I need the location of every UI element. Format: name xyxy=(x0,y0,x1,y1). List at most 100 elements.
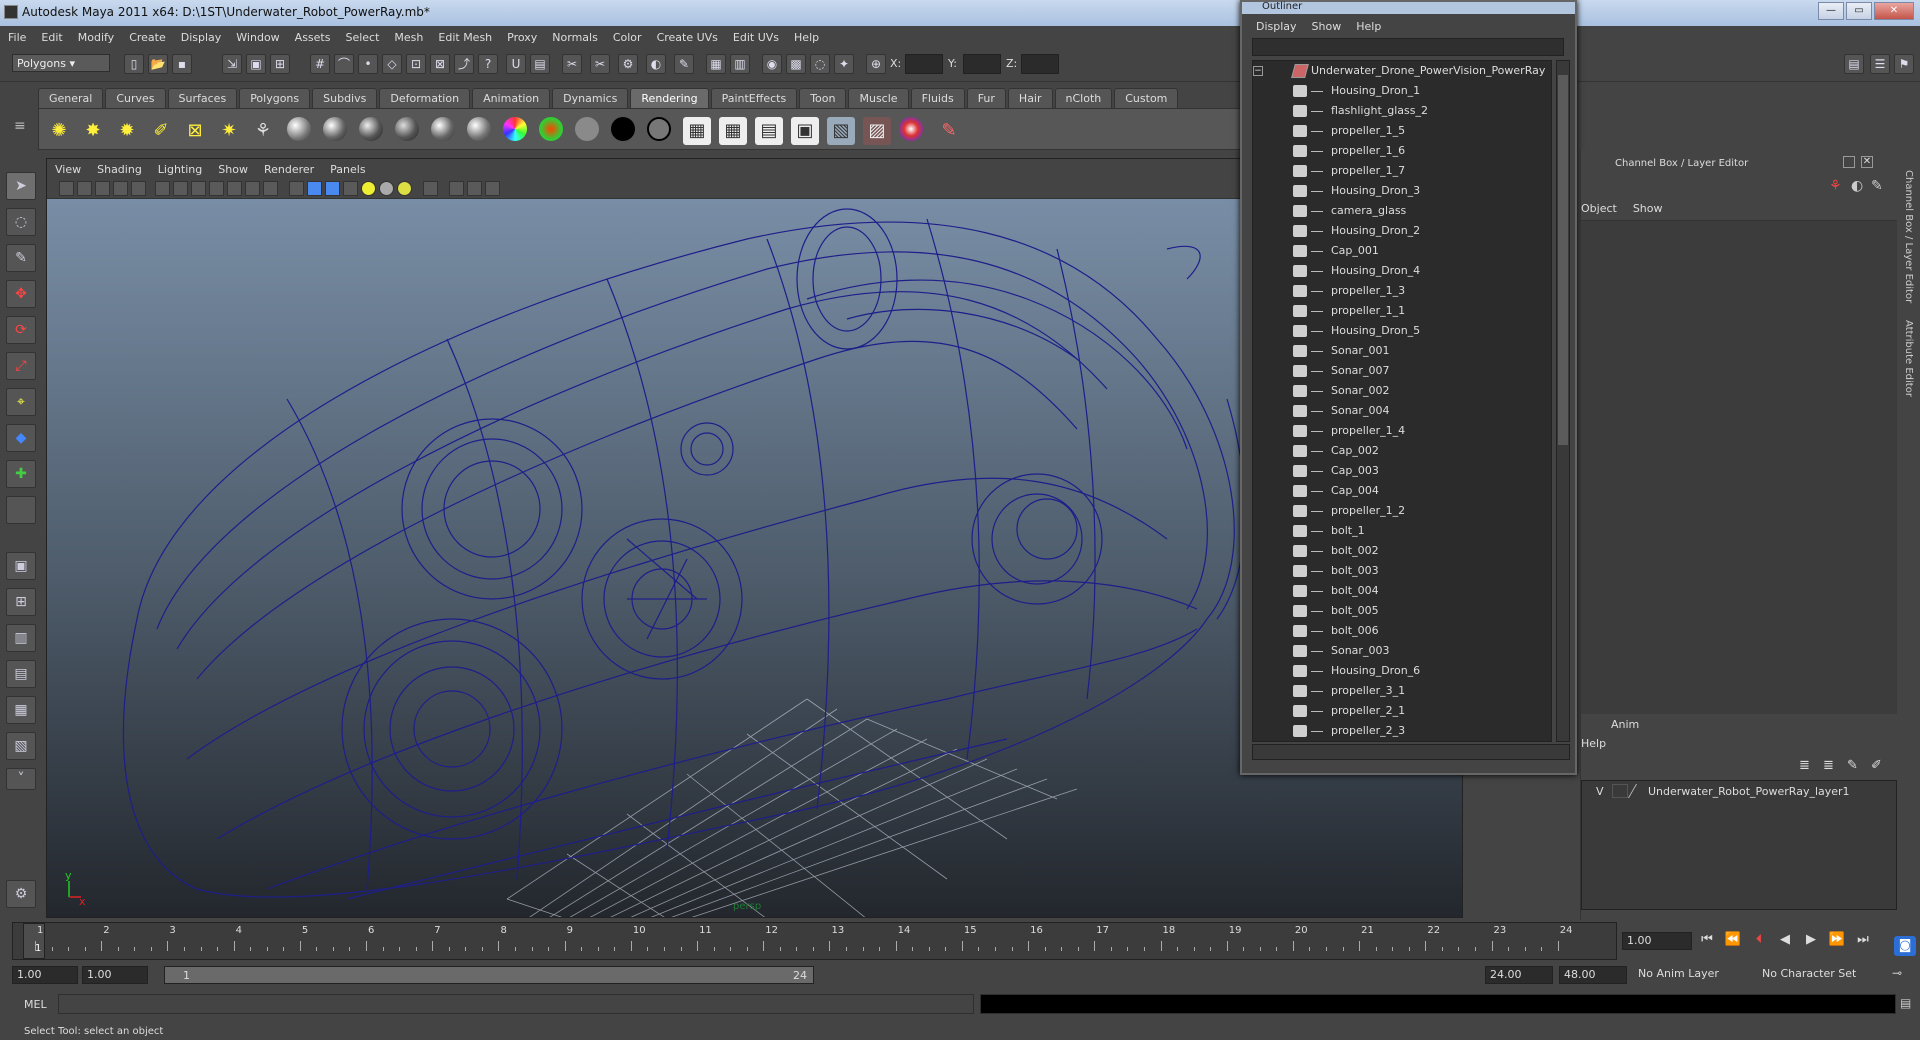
outliner-menu-help[interactable]: Help xyxy=(1356,20,1381,33)
move-tool-icon[interactable]: ✥ xyxy=(6,280,36,308)
camera-icon[interactable]: ◉ xyxy=(762,54,782,74)
shading-map-icon[interactable] xyxy=(647,117,671,141)
menu-modify[interactable]: Modify xyxy=(78,31,114,44)
safe-title-icon[interactable] xyxy=(263,181,278,196)
outliner-item[interactable]: bolt_005 xyxy=(1253,601,1551,621)
blinn-material-icon[interactable] xyxy=(323,117,347,141)
render-view-icon[interactable]: ✎ xyxy=(674,54,694,74)
rotate-tool-icon[interactable]: ⟳ xyxy=(6,316,36,344)
shelf-tab-curves[interactable]: Curves xyxy=(105,88,166,108)
mel-label[interactable]: MEL xyxy=(24,998,47,1011)
channel-box-side-tab[interactable]: Channel Box / Layer Editor xyxy=(1903,170,1914,303)
ipr-icon[interactable]: ▦ xyxy=(706,54,726,74)
use-background-icon[interactable] xyxy=(611,117,635,141)
anim-tab[interactable]: Anim xyxy=(1611,718,1639,731)
paint-select-tool-icon[interactable]: ✎ xyxy=(6,244,36,272)
play-forwards-button[interactable]: ▶ xyxy=(1800,930,1822,950)
viewport-menu-shading[interactable]: Shading xyxy=(97,163,142,176)
shelf-tab-toon[interactable]: Toon xyxy=(799,88,847,108)
outliner-item[interactable]: propeller_1_4 xyxy=(1253,421,1551,441)
textured-icon[interactable] xyxy=(343,181,358,196)
outliner-item[interactable]: flashlight_glass_2 xyxy=(1253,101,1551,121)
phong-material-icon[interactable] xyxy=(359,117,383,141)
menu-normals[interactable]: Normals xyxy=(552,31,598,44)
area-light-icon[interactable]: ⊠ xyxy=(181,117,209,145)
save-scene-icon[interactable]: ▪ xyxy=(172,54,192,74)
select-object-icon[interactable]: ▣ xyxy=(246,54,266,74)
shelf-tab-muscle[interactable]: Muscle xyxy=(848,88,909,108)
outliner-item[interactable]: bolt_003 xyxy=(1253,561,1551,581)
menu-create[interactable]: Create xyxy=(129,31,166,44)
camera-attributes-icon[interactable] xyxy=(77,181,92,196)
outliner-item[interactable]: Housing_Dron_6 xyxy=(1253,661,1551,681)
layered-shader-icon[interactable] xyxy=(467,117,491,141)
menu-mesh[interactable]: Mesh xyxy=(394,31,423,44)
gate-mask-icon[interactable] xyxy=(209,181,224,196)
universal-manipulator-icon[interactable]: ⌖ xyxy=(6,388,36,416)
time-slider[interactable]: 1 1 2 3 4 5 6 7 8 9 10 11 12 13 14 15 16 17 18 19 20 21 22 23 2… xyxy=(12,922,1617,960)
scale-tool-icon[interactable]: ⤢ xyxy=(6,352,36,380)
script-editor-icon[interactable]: ▤ xyxy=(1900,996,1914,1010)
volume-light-icon[interactable]: ✷ xyxy=(215,117,243,145)
display-icon[interactable]: ▩ xyxy=(786,54,806,74)
snap-plane-icon[interactable]: ◇ xyxy=(382,54,402,74)
field-chart-icon[interactable] xyxy=(227,181,242,196)
layer-playback-toggle[interactable] xyxy=(1612,784,1628,798)
current-time-field[interactable]: 1.00 xyxy=(1622,932,1692,950)
absolute-transform-icon[interactable]: ⊕ xyxy=(866,54,886,74)
tool-tip-icon[interactable]: ◙ xyxy=(1894,936,1916,956)
layer-row[interactable]: V Underwater_Robot_PowerRay_layer1 xyxy=(1582,781,1894,803)
menu-create-uvs[interactable]: Create UVs xyxy=(657,31,718,44)
safe-action-icon[interactable] xyxy=(245,181,260,196)
snap-curve-icon[interactable]: ⌒ xyxy=(334,54,354,74)
outliner-item[interactable]: Cap_004 xyxy=(1253,481,1551,501)
outliner-menu-display[interactable]: Display xyxy=(1256,20,1297,33)
layer-color-swatch[interactable] xyxy=(1627,784,1651,798)
graph-persp-layout-icon[interactable]: ▤ xyxy=(6,660,36,688)
anisotropic-material-icon[interactable] xyxy=(431,117,455,141)
outliner-filter-field[interactable] xyxy=(1252,38,1564,56)
menu-window[interactable]: Window xyxy=(236,31,279,44)
menu-set-dropdown[interactable]: Polygons ▾ xyxy=(12,54,110,72)
panel-layout-icon[interactable]: ▤ xyxy=(1844,54,1864,74)
outliner-persp-layout-icon[interactable]: ▥ xyxy=(6,624,36,652)
surface-shader-icon[interactable] xyxy=(575,117,599,141)
snap-surface-icon[interactable]: ⊡ xyxy=(406,54,426,74)
snap-point-icon[interactable]: • xyxy=(358,54,378,74)
paint-select-icon[interactable]: ✦ xyxy=(834,54,854,74)
shelf-menu-icon[interactable]: ≡ xyxy=(14,118,30,146)
y-field[interactable] xyxy=(963,54,1001,74)
lasso-tool-icon[interactable]: ◌ xyxy=(6,208,36,236)
viewport-menu-renderer[interactable]: Renderer xyxy=(264,163,314,176)
viewport-menu-show[interactable]: Show xyxy=(218,163,248,176)
menu-proxy[interactable]: Proxy xyxy=(507,31,537,44)
wireframe-shading-icon[interactable] xyxy=(289,181,304,196)
history-icon[interactable]: ⤴ xyxy=(454,54,474,74)
select-tool-icon[interactable]: ➤ xyxy=(6,172,36,200)
outliner-item[interactable]: bolt_006 xyxy=(1253,621,1551,641)
hud-icon[interactable] xyxy=(485,181,500,196)
go-to-start-button[interactable]: ⏮ xyxy=(1696,930,1718,950)
step-forward-key-button[interactable]: ⏩ xyxy=(1826,930,1848,950)
help-icon[interactable]: ? xyxy=(478,54,498,74)
shelf-tab-deformation[interactable]: Deformation xyxy=(379,88,471,108)
outliner-menu-show[interactable]: Show xyxy=(1312,20,1342,33)
four-pane-layout-icon[interactable]: ⊞ xyxy=(6,588,36,616)
ambient-light-icon[interactable]: ✺ xyxy=(45,117,73,145)
magnet-icon[interactable]: U xyxy=(506,54,526,74)
shelf-tab-custom[interactable]: Custom xyxy=(1114,88,1179,108)
shelf-tab-dynamics[interactable]: Dynamics xyxy=(552,88,629,108)
menu-color[interactable]: Color xyxy=(613,31,642,44)
outliner-item[interactable]: propeller_2_3 xyxy=(1253,721,1551,741)
character-set-dropdown[interactable]: No Character Set xyxy=(1758,966,1888,984)
point-light-icon[interactable]: ✹ xyxy=(113,117,141,145)
outliner-item[interactable]: Cap_003 xyxy=(1253,461,1551,481)
new-scene-icon[interactable]: ▯ xyxy=(124,54,144,74)
hypershade-icon[interactable]: ◐ xyxy=(646,54,666,74)
isolate-select-icon[interactable] xyxy=(423,181,438,196)
outliner-item[interactable]: propeller_3_1 xyxy=(1253,681,1551,701)
render-globals-icon[interactable]: ▥ xyxy=(730,54,750,74)
viewport-menu-panels[interactable]: Panels xyxy=(330,163,365,176)
minimize-button[interactable]: — xyxy=(1818,2,1844,20)
attribute-editor-side-tab[interactable]: Attribute Editor xyxy=(1903,320,1914,397)
